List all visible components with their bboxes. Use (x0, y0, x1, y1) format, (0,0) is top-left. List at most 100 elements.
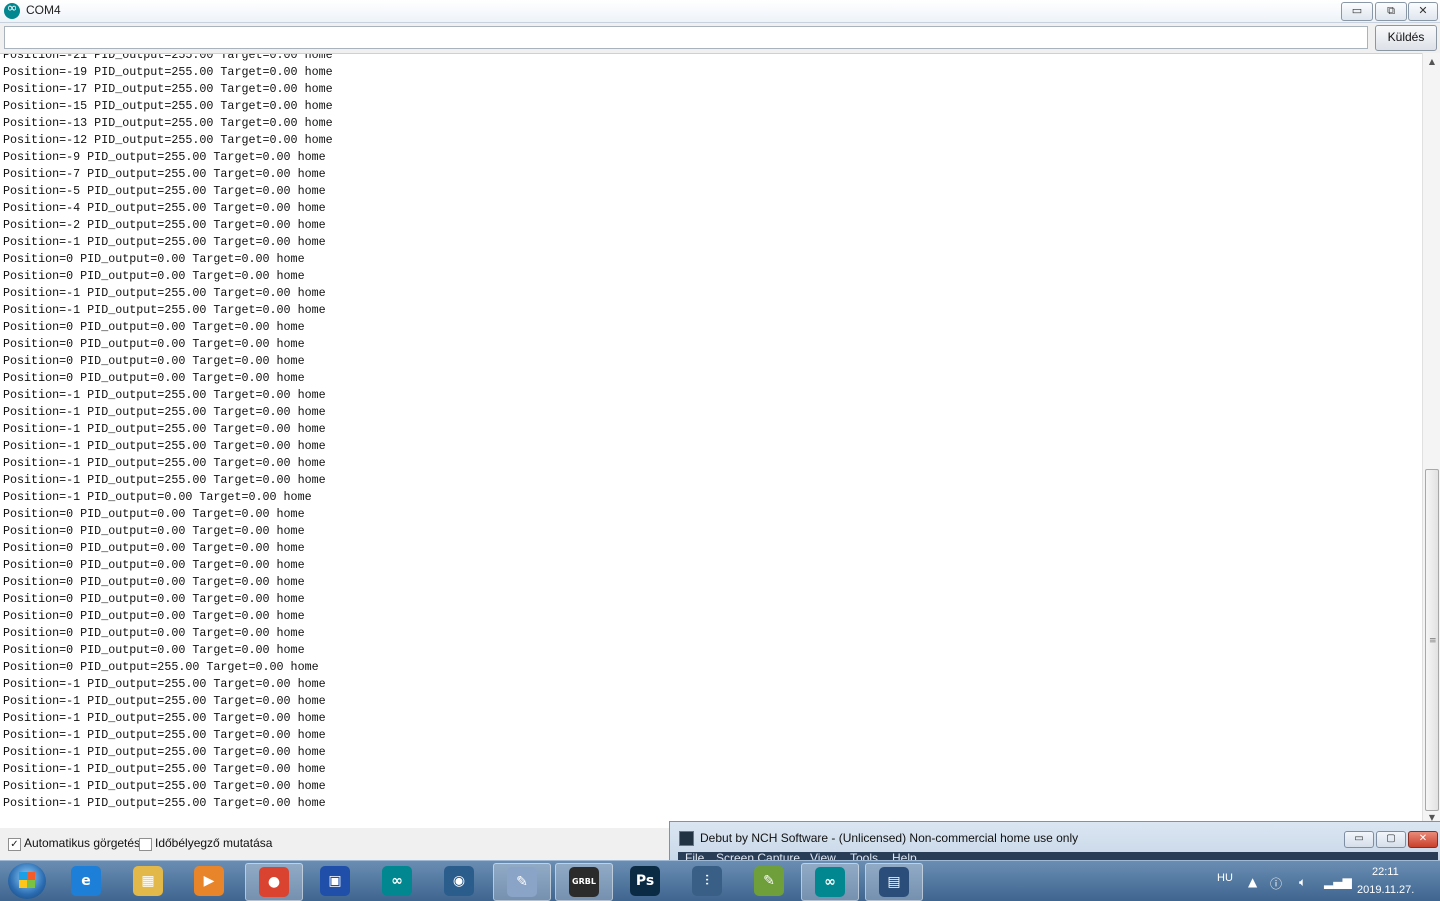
window-title: COM4 (26, 3, 61, 17)
serial-line: Position=0 PID_output=0.00 Target=0.00 h… (3, 337, 305, 351)
serial-line: Position=-1 PID_output=255.00 Target=0.0… (3, 286, 326, 300)
serial-line: Position=-19 PID_output=255.00 Target=0.… (3, 65, 333, 79)
taskbar-paint[interactable]: ✎ (493, 863, 551, 901)
arduino-icon: ∞ (382, 866, 412, 896)
serial-line: Position=-21 PID_output=255.00 Target=0.… (3, 53, 333, 62)
serial-line: Position=-2 PID_output=255.00 Target=0.0… (3, 218, 326, 232)
photoshop-icon: Ps (630, 866, 660, 896)
serial-line: Position=-1 PID_output=255.00 Target=0.0… (3, 728, 326, 742)
serial-line: Position=-7 PID_output=255.00 Target=0.0… (3, 167, 326, 181)
window-titlebar: COM4 ▭ ⧉ ✕ (0, 0, 1440, 23)
minimize-button[interactable]: ▭ (1341, 2, 1373, 21)
paint-icon: ✎ (507, 867, 537, 897)
webcam-icon: ◉ (444, 866, 474, 896)
serial-line: Position=-1 PID_output=0.00 Target=0.00 … (3, 490, 312, 504)
serial-line: Position=0 PID_output=255.00 Target=0.00… (3, 660, 319, 674)
serial-line: Position=-1 PID_output=255.00 Target=0.0… (3, 796, 326, 810)
close-button[interactable]: ✕ (1408, 2, 1438, 21)
timestamp-label: Időbélyegző mutatása (155, 836, 273, 850)
serial-output-lines: Position=-21 PID_output=255.00 Target=0.… (3, 53, 333, 812)
chrome-icon: ● (259, 867, 289, 897)
serial-line: Position=0 PID_output=0.00 Target=0.00 h… (3, 371, 305, 385)
serial-line: Position=-15 PID_output=255.00 Target=0.… (3, 99, 333, 113)
floppy-icon (679, 831, 694, 846)
serial-line: Position=-1 PID_output=255.00 Target=0.0… (3, 235, 326, 249)
tray-expand-icon[interactable]: ▲ (1248, 875, 1257, 889)
debut-close-button[interactable]: ✕ (1408, 831, 1438, 848)
network-icon[interactable]: ▂▄▆ (1324, 875, 1352, 889)
taskbar-webcam[interactable]: ◉ (431, 863, 487, 899)
serial-line: Position=-1 PID_output=255.00 Target=0.0… (3, 711, 326, 725)
serial-line: Position=-1 PID_output=255.00 Target=0.0… (3, 303, 326, 317)
taskbar-mixer[interactable]: ⫶ (679, 863, 735, 899)
windows-logo-icon (19, 872, 35, 888)
taskbar-media-player[interactable]: ▶ (181, 863, 237, 899)
media-player-icon: ▶ (194, 866, 224, 896)
serial-line: Position=-17 PID_output=255.00 Target=0.… (3, 82, 333, 96)
save-app-icon: ▣ (320, 866, 350, 896)
serial-line: Position=-1 PID_output=255.00 Target=0.0… (3, 388, 326, 402)
serial-line: Position=-1 PID_output=255.00 Target=0.0… (3, 762, 326, 776)
taskbar-arduino-active[interactable]: ∞ (801, 863, 859, 901)
debut-minimize-button[interactable]: ▭ (1344, 831, 1374, 848)
file-explorer-icon: ▦ (133, 866, 163, 896)
send-toolbar: Küldés (0, 23, 1440, 52)
send-button[interactable]: Küldés (1375, 25, 1437, 51)
autoscroll-label: Automatikus görgetés (24, 836, 141, 850)
internet-explorer-icon: e (71, 866, 101, 896)
taskbar-photoshop[interactable]: Ps (617, 863, 673, 899)
clock-time[interactable]: 22:11 (1372, 866, 1399, 878)
volume-icon[interactable]: 🔈︎ (1299, 875, 1306, 890)
serial-line: Position=-1 PID_output=255.00 Target=0.0… (3, 779, 326, 793)
serial-line: Position=-1 PID_output=255.00 Target=0.0… (3, 745, 326, 759)
vertical-scrollbar[interactable]: ▲ ≡ ▼ (1422, 53, 1440, 827)
arduino-active-icon: ∞ (815, 867, 845, 897)
taskbar-arduino[interactable]: ∞ (369, 863, 425, 899)
taskbar-notepad-plus[interactable]: ✎ (741, 863, 797, 899)
scroll-up-arrow-icon[interactable]: ▲ (1423, 55, 1440, 69)
serial-line: Position=0 PID_output=0.00 Target=0.00 h… (3, 524, 305, 538)
serial-line: Position=0 PID_output=0.00 Target=0.00 h… (3, 507, 305, 521)
debut-window[interactable]: Debut by NCH Software - (Unlicensed) Non… (669, 821, 1440, 862)
notepad-plus-icon: ✎ (754, 866, 784, 896)
scrollbar-thumb[interactable]: ≡ (1425, 469, 1439, 811)
serial-line: Position=0 PID_output=0.00 Target=0.00 h… (3, 354, 305, 368)
serial-line: Position=0 PID_output=0.00 Target=0.00 h… (3, 252, 305, 266)
taskbar-chrome[interactable]: ● (245, 863, 303, 901)
taskbar-debut[interactable]: ▤ (865, 863, 923, 901)
language-indicator[interactable]: HU (1217, 872, 1233, 884)
timestamp-checkbox[interactable] (139, 838, 152, 851)
start-button[interactable] (8, 863, 46, 899)
info-icon[interactable]: ⓘ (1270, 875, 1282, 892)
serial-line: Position=-1 PID_output=255.00 Target=0.0… (3, 677, 326, 691)
serial-line: Position=-5 PID_output=255.00 Target=0.0… (3, 184, 326, 198)
serial-line: Position=0 PID_output=0.00 Target=0.00 h… (3, 269, 305, 283)
serial-line: Position=0 PID_output=0.00 Target=0.00 h… (3, 575, 305, 589)
serial-line: Position=-13 PID_output=255.00 Target=0.… (3, 116, 333, 130)
serial-line: Position=-12 PID_output=255.00 Target=0.… (3, 133, 333, 147)
serial-send-input[interactable] (4, 26, 1368, 49)
arduino-icon (4, 1, 20, 19)
taskbar: e ▦ ▶ ● ▣ ∞ ◉ ✎ GRBL Ps ⫶ ✎ ∞ ▤ HU ▲ ⓘ 🔈︎ ▂▄▆ 22:11 2… (0, 860, 1440, 901)
taskbar-file-explorer[interactable]: ▦ (120, 863, 176, 899)
autoscroll-checkbox[interactable]: ✓ (8, 838, 21, 851)
debut-maximize-button[interactable]: ▢ (1376, 831, 1406, 848)
serial-line: Position=0 PID_output=0.00 Target=0.00 h… (3, 320, 305, 334)
clock-date[interactable]: 2019.11.27. (1357, 884, 1414, 896)
serial-line: Position=-1 PID_output=255.00 Target=0.0… (3, 405, 326, 419)
debut-icon: ▤ (879, 867, 909, 897)
grip-icon: ≡ (1429, 636, 1437, 646)
taskbar-grbl-laser[interactable]: GRBL (555, 863, 613, 901)
debut-title: Debut by NCH Software - (Unlicensed) Non… (700, 831, 1079, 845)
serial-output[interactable]: Position=-21 PID_output=255.00 Target=0.… (0, 53, 1422, 828)
serial-line: Position=-9 PID_output=255.00 Target=0.0… (3, 150, 326, 164)
serial-line: Position=0 PID_output=0.00 Target=0.00 h… (3, 541, 305, 555)
mixer-icon: ⫶ (692, 866, 722, 896)
maximize-button[interactable]: ⧉ (1375, 2, 1407, 21)
serial-line: Position=-1 PID_output=255.00 Target=0.0… (3, 439, 326, 453)
serial-line: Position=-4 PID_output=255.00 Target=0.0… (3, 201, 326, 215)
taskbar-internet-explorer[interactable]: e (58, 863, 114, 899)
serial-line: Position=0 PID_output=0.00 Target=0.00 h… (3, 558, 305, 572)
serial-line: Position=0 PID_output=0.00 Target=0.00 h… (3, 592, 305, 606)
taskbar-save-app[interactable]: ▣ (307, 863, 363, 899)
